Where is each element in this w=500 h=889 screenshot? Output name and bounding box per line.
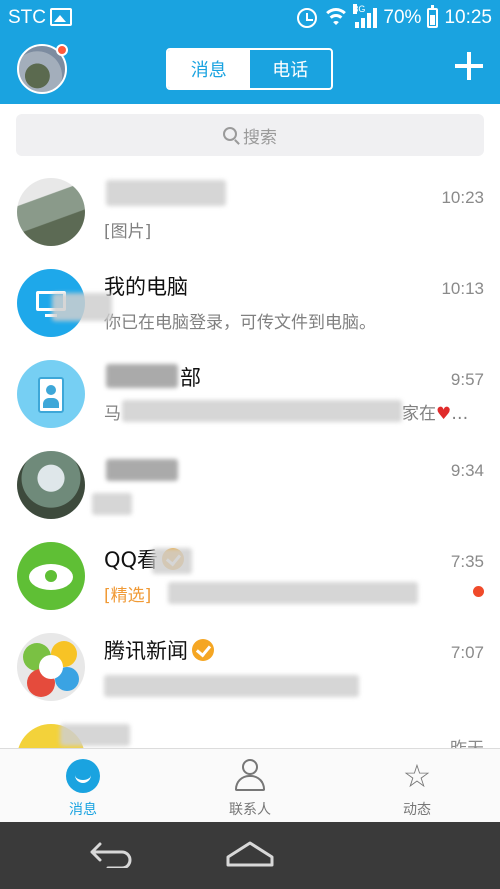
conversation-item[interactable]: QQ看 [精选] 7:35 — [0, 530, 500, 622]
nav-contacts[interactable]: 联系人 — [167, 749, 333, 823]
notification-dot — [56, 44, 68, 56]
redacted-name — [106, 364, 178, 388]
conversation-item[interactable]: 9:34 — [0, 439, 500, 531]
contact-avatar — [17, 178, 85, 246]
eye-icon — [17, 542, 85, 610]
status-icons: 3G 70% 10:25 — [297, 4, 492, 31]
redacted-message — [122, 400, 402, 422]
conversation-item[interactable]: 部 马 家在♥… 9:57 — [0, 348, 500, 440]
conversation-item[interactable]: 腾讯新闻 7:07 — [0, 621, 500, 713]
bottom-navigation: 消息 联系人 ☆ 动态 — [0, 748, 500, 822]
battery-icon — [427, 5, 439, 28]
conversation-time: 7:07 — [450, 643, 484, 662]
nav-activity[interactable]: ☆ 动态 — [334, 749, 500, 823]
unread-dot — [473, 586, 484, 597]
nav-label: 联系人 — [229, 802, 271, 818]
status-bar: STC 3G 70% 10:25 — [0, 0, 500, 36]
conversation-name: 腾讯新闻 — [104, 635, 214, 665]
clock: 10:25 — [444, 7, 492, 28]
tab-messages[interactable]: 消息 — [168, 50, 250, 88]
star-icon: ☆ — [402, 757, 432, 795]
conversation-item[interactable]: 昨天 — [0, 712, 500, 748]
system-navigation-bar — [0, 822, 500, 889]
add-icon[interactable] — [455, 52, 483, 80]
conversation-item[interactable]: [图片] 10:23 — [0, 166, 500, 258]
id-card-icon — [17, 360, 85, 428]
redacted-name — [106, 180, 226, 206]
tab-switcher: 消息 电话 — [166, 48, 333, 90]
redacted-message — [92, 493, 132, 515]
search-area: 搜索 — [0, 104, 500, 166]
conversation-message-tail: 家在♥… — [402, 404, 469, 424]
search-input[interactable]: 搜索 — [16, 114, 484, 156]
battery-percent: 70% — [383, 7, 422, 28]
conversation-time: 昨天 — [450, 734, 484, 748]
search-icon — [223, 127, 237, 141]
conversation-time: 10:23 — [441, 188, 484, 207]
top-bar: 消息 电话 — [0, 36, 500, 104]
conversation-name: 部 — [180, 366, 201, 390]
nav-label: 动态 — [403, 802, 431, 818]
redacted-area — [52, 293, 112, 321]
nav-label: 消息 — [69, 802, 97, 818]
redacted-name — [152, 548, 192, 574]
cell-signal-icon: 3G — [353, 4, 378, 28]
network-type-label: 3G — [353, 4, 366, 14]
redacted-message — [104, 675, 359, 697]
conversation-message: [精选] — [104, 586, 152, 606]
my-avatar[interactable] — [17, 44, 68, 94]
conversation-name: 我的电脑 — [104, 275, 188, 299]
conversation-message: 你已在电脑登录，可传文件到电脑。 — [104, 313, 376, 333]
redacted-name — [106, 459, 178, 481]
redacted-message — [168, 582, 418, 604]
conversation-message: 马 — [104, 404, 121, 424]
contacts-icon — [233, 759, 267, 793]
alarm-icon — [297, 8, 318, 28]
conversation-time: 9:57 — [450, 370, 484, 389]
image-notification-icon — [50, 8, 72, 26]
conversation-time: 9:34 — [450, 461, 484, 480]
conversation-time: 10:13 — [441, 279, 484, 298]
conversation-message: [图片] — [104, 222, 152, 242]
tab-calls[interactable]: 电话 — [250, 50, 332, 88]
nav-messages[interactable]: 消息 — [0, 749, 166, 823]
contact-avatar — [17, 451, 85, 519]
redacted-name — [60, 724, 130, 746]
message-icon — [66, 759, 100, 793]
conversation-time: 7:35 — [450, 552, 484, 571]
verified-badge-icon — [192, 639, 214, 661]
carrier-label: STC — [8, 7, 46, 28]
news-avatar — [17, 633, 85, 701]
search-placeholder: 搜索 — [243, 127, 277, 148]
conversation-item[interactable]: 我的电脑 你已在电脑登录，可传文件到电脑。 10:13 — [0, 257, 500, 349]
wifi-icon — [323, 8, 350, 28]
conversation-list: [图片] 10:23 我的电脑 你已在电脑登录，可传文件到电脑。 10:13 部… — [0, 166, 500, 748]
home-icon[interactable] — [225, 839, 275, 869]
back-icon[interactable] — [88, 840, 134, 868]
